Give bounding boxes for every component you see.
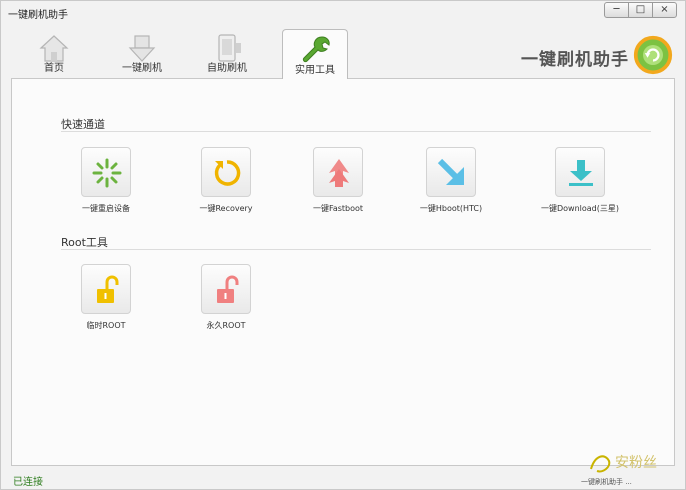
hboot-button[interactable]: 一键Hboot(HTC) — [391, 147, 511, 214]
tool-tile — [426, 147, 476, 197]
app-title: 一键刷机助手 — [8, 10, 68, 21]
fastboot-button[interactable]: 一键Fastboot — [278, 147, 398, 214]
tool-tile — [201, 147, 251, 197]
section-divider — [61, 131, 651, 132]
refresh-orb-icon — [633, 35, 673, 75]
tool-label: 一键Download(三星) — [540, 204, 619, 213]
tool-tile — [313, 147, 363, 197]
reboot-spinner-icon — [92, 158, 122, 188]
svg-text:安粉丝: 安粉丝 — [615, 455, 657, 471]
watermark-text: 一键刷机助手 ... — [581, 478, 632, 486]
temporary-root-button[interactable]: 临时ROOT — [46, 264, 166, 331]
window-controls: ─ □ × — [604, 2, 677, 18]
tab-label: 实用工具 — [295, 65, 335, 76]
section-divider — [61, 249, 651, 250]
wrench-icon — [302, 36, 330, 63]
tool-tile — [201, 264, 251, 314]
tab-label: 自助刷机 — [207, 63, 247, 74]
tool-tile — [555, 147, 605, 197]
unlocked-padlock-icon — [97, 275, 119, 303]
close-button[interactable]: × — [652, 2, 677, 18]
app-logo: 一键刷机助手 — [519, 33, 677, 79]
unlocked-padlock-icon — [217, 275, 239, 303]
permanent-root-button[interactable]: 永久ROOT — [166, 264, 286, 331]
download-tray-icon — [569, 160, 593, 186]
tab-utilities[interactable]: 实用工具 — [282, 29, 348, 79]
tool-label: 一键Recovery — [199, 204, 253, 213]
tool-label: 永久ROOT — [206, 321, 246, 330]
content-panel: 快速通道 一键重启设备 一键Recovery 一键Fastboot 一键Hboo… — [11, 78, 675, 466]
app-window: 一键刷机助手 ─ □ × 首页 一键刷机 自助刷机 实用工具 一键刷机助手 快速… — [0, 0, 686, 490]
title-bar: 一键刷机助手 ─ □ × — [1, 1, 685, 25]
tool-label: 一键重启设备 — [82, 204, 130, 213]
double-up-arrow-icon — [329, 159, 349, 187]
maximize-button[interactable]: □ — [628, 2, 653, 18]
connection-status: 已连接 — [13, 477, 43, 488]
tool-label: 一键Hboot(HTC) — [419, 204, 483, 213]
recovery-button[interactable]: 一键Recovery — [166, 147, 286, 214]
watermark: 安粉丝 一键刷机助手 ... — [581, 447, 673, 487]
tab-label: 一键刷机 — [122, 63, 162, 74]
watermark-logo-icon: 安粉丝 — [590, 455, 657, 473]
tool-tile — [81, 264, 131, 314]
tool-label: 临时ROOT — [86, 321, 126, 330]
download-mode-button[interactable]: 一键Download(三星) — [520, 147, 640, 214]
section-title-quick-access: 快速通道 — [61, 118, 105, 131]
section-title-root-tools: Root工具 — [61, 236, 108, 249]
tab-self-flash[interactable]: 自助刷机 — [194, 29, 260, 77]
tab-home[interactable]: 首页 — [21, 29, 87, 77]
minimize-button[interactable]: ─ — [604, 2, 629, 18]
logo-text: 一键刷机助手 — [521, 50, 629, 70]
tool-tile — [81, 147, 131, 197]
diagonal-arrow-icon — [437, 158, 464, 185]
tab-one-click-flash[interactable]: 一键刷机 — [109, 29, 175, 77]
tool-label: 一键Fastboot — [312, 204, 364, 213]
circular-arrow-icon — [214, 160, 241, 186]
tab-label: 首页 — [44, 63, 64, 74]
reboot-device-button[interactable]: 一键重启设备 — [46, 147, 166, 214]
